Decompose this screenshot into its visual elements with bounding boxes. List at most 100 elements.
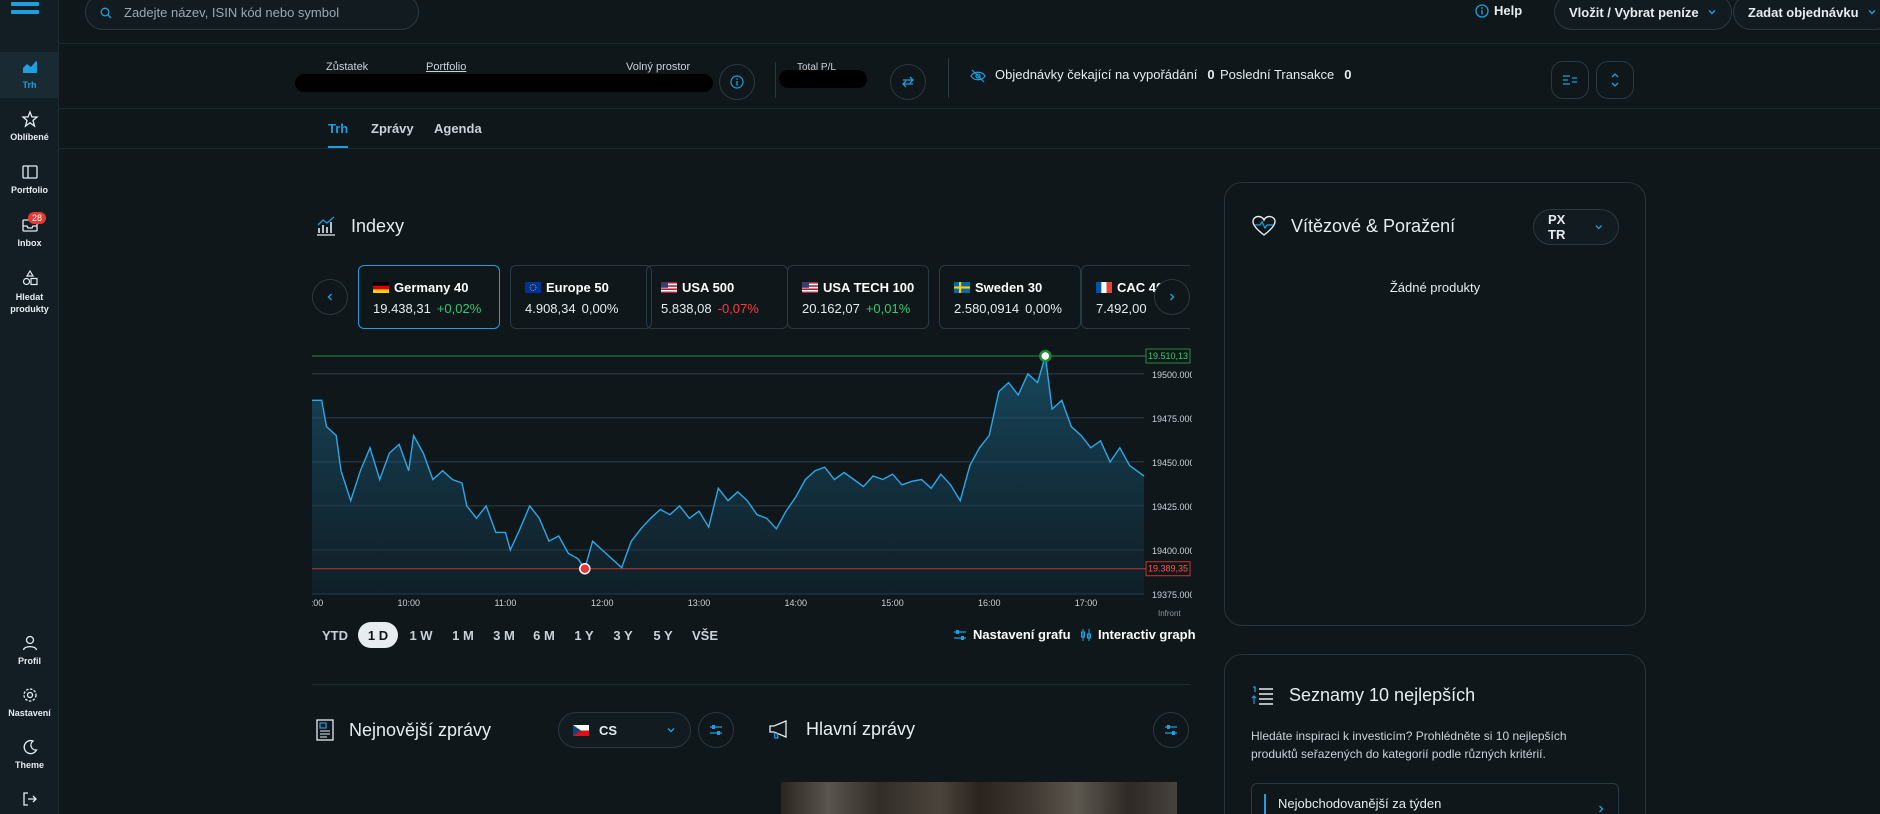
x-tick-label: 10:00 [397, 598, 420, 608]
sidebar-item-label: Portfolio [11, 185, 48, 195]
sidebar-item-label: Nastavení [8, 708, 51, 718]
help-link[interactable]: Help [1475, 3, 1522, 18]
chevron-right-icon [1170, 293, 1175, 301]
sidebar-item-favorites[interactable]: Oblíbené [0, 110, 59, 142]
x-tick-label: 14:00 [784, 598, 807, 608]
no-products-text: Žádné produkty [1389, 280, 1481, 295]
divider [775, 62, 776, 98]
account-info-button[interactable] [719, 64, 755, 100]
range-1y[interactable]: 1 Y [566, 622, 602, 648]
range-1d[interactable]: 1 D [358, 622, 398, 648]
chart-settings-label: Nastavení grafu [973, 627, 1071, 642]
news-filter-button[interactable] [698, 712, 734, 748]
search-input[interactable] [124, 5, 404, 20]
index-card[interactable]: USA TECH 100 20.162,07 +0,01% [787, 265, 929, 329]
flag-se-icon [954, 282, 970, 293]
hidden-eye-icon[interactable] [970, 69, 986, 83]
sidebar-item-search-products[interactable]: Hledat produkty [0, 269, 59, 315]
search-box[interactable] [85, 0, 419, 30]
sidebar-item-market[interactable]: Trh [0, 52, 59, 98]
sidebar-item-profile[interactable]: Profil [0, 634, 59, 666]
index-change: +0,01% [865, 301, 911, 316]
sidebar-item-label: Hledat [15, 292, 44, 302]
news-thumbnail[interactable] [781, 782, 1177, 814]
ranked-list-icon [1251, 685, 1273, 705]
last-transactions-count: 0 [1344, 67, 1352, 82]
index-change: 0,00% [581, 301, 619, 316]
pending-orders[interactable]: Objednávky čekající na vypořádání 0 [995, 67, 1215, 82]
winners-index-select[interactable]: PX TR [1533, 209, 1619, 245]
star-icon [20, 110, 39, 128]
sidebar-item-settings[interactable]: Nastavení [0, 686, 59, 718]
indices-prev-button[interactable] [312, 279, 348, 315]
x-tick-label: 16:00 [978, 598, 1001, 608]
index-change: 0,00% [1025, 301, 1062, 316]
news-language-select[interactable]: CS [558, 712, 691, 748]
main-news-header: Hlavní zprávy [768, 718, 915, 740]
swap-button[interactable] [890, 64, 926, 100]
interactive-graph-button[interactable]: Interactiv graph [1080, 627, 1196, 642]
chevron-down-icon [1595, 225, 1603, 230]
portfolio-link[interactable]: Portfolio [426, 61, 466, 73]
range-3y[interactable]: 3 Y [604, 622, 642, 648]
list-toggle-button[interactable] [1551, 61, 1589, 99]
index-card[interactable]: Sweden 30 2.580,0914 0,00% [939, 265, 1081, 329]
x-tick-label: 09:00 [312, 598, 323, 608]
candles-icon [1080, 628, 1092, 641]
index-value: 2.580,0914 [954, 301, 1020, 316]
range-1m[interactable]: 1 M [444, 622, 482, 648]
top10-description-line: Hledáte inspiraci k investicím? Prohlédn… [1251, 729, 1567, 743]
chart-settings-button[interactable]: Nastavení grafu [953, 627, 1071, 642]
indices-next-button[interactable] [1154, 279, 1190, 315]
winners-losers-title: Vítězové & Poražení [1291, 215, 1456, 236]
main-news-title: Hlavní zprávy [806, 718, 916, 739]
range-3m[interactable]: 3 M [485, 622, 523, 648]
index-value: 4.908,34 [525, 301, 576, 316]
range-ytd[interactable]: YTD [312, 622, 358, 648]
index-chart[interactable]: 19500.000 19475.000 19450.000 19425.000 1940… [312, 340, 1192, 620]
info-icon [730, 75, 744, 89]
deposit-withdraw-button[interactable]: Vložit / Vybrat peníze [1554, 0, 1732, 30]
range-1w[interactable]: 1 W [402, 622, 440, 648]
x-tick-label: 13:00 [688, 598, 711, 608]
sidebar-item-inbox[interactable]: 28 Inbox [0, 212, 59, 248]
tab-agenda[interactable]: Agenda [434, 121, 482, 136]
winners-losers-panel: Vítězové & Poražení PX TR Žádné produkty [1224, 182, 1646, 626]
x-tick-label: 12:00 [591, 598, 614, 608]
chevron-down-icon [667, 728, 675, 733]
sidebar-item-portfolio[interactable]: Portfolio [0, 163, 59, 195]
index-change: +0,02% [436, 301, 482, 316]
shapes-icon [22, 269, 38, 286]
sidebar-item-theme[interactable]: Theme [0, 738, 59, 770]
winners-index-label: PX TR [1548, 212, 1566, 242]
main-news-filter-button[interactable] [1153, 712, 1189, 748]
tab-market[interactable]: Trh [328, 121, 349, 148]
divider [312, 684, 1190, 685]
last-transactions[interactable]: Poslední Transakce 0 [1220, 67, 1351, 82]
tab-news[interactable]: Zprávy [371, 121, 414, 136]
pending-orders-label: Objednávky čekající na vypořádání [995, 67, 1198, 82]
high-label: 19.510,13 [1148, 351, 1188, 361]
index-card[interactable]: Europe 50 4.908,34 0,00% [510, 265, 652, 329]
range-all[interactable]: VŠE [684, 622, 726, 648]
latest-news-title: Nejnovější zprávy [349, 719, 492, 740]
place-order-button[interactable]: Zadat objednávku [1733, 0, 1880, 30]
interactive-graph-label: Interactiv graph [1098, 627, 1196, 642]
expand-button[interactable] [1596, 61, 1634, 99]
range-5y[interactable]: 5 Y [644, 622, 682, 648]
top10-item-most-traded[interactable]: Nejobchodovanější za týden [1251, 783, 1619, 814]
y-tick-label: 19450.000 [1152, 458, 1192, 468]
menu-logo-icon[interactable] [11, 2, 39, 22]
chart-source: Infront [1158, 609, 1181, 618]
index-change: -0,07% [717, 301, 759, 316]
index-card[interactable]: USA 500 5.838,08 -0,07% [646, 265, 788, 329]
index-value: 5.838,08 [661, 301, 712, 316]
sidebar-item-logout[interactable] [0, 790, 59, 812]
sliders-icon [954, 629, 966, 640]
x-tick-label: 15:00 [881, 598, 904, 608]
sidebar-item-label: Oblíbené [10, 132, 49, 142]
index-card[interactable]: Germany 40 19.438,31 +0,02% [358, 265, 500, 329]
index-value: 20.162,07 [802, 301, 860, 316]
range-6m[interactable]: 6 M [525, 622, 563, 648]
redacted-balance [295, 74, 713, 92]
